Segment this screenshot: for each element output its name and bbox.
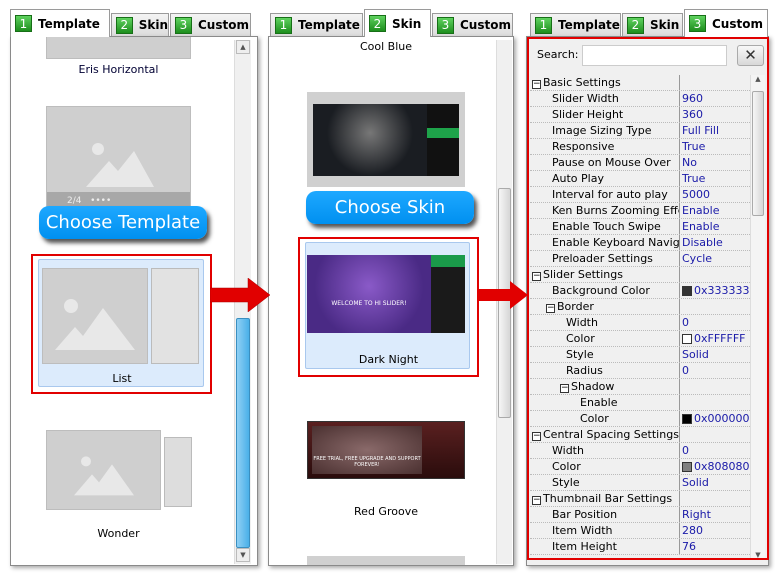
tab-custom[interactable]: 3 Custom [684, 9, 768, 37]
template-label: Wonder [97, 527, 140, 540]
tab-skin[interactable]: 2 Skin [364, 9, 431, 37]
slide-image: WELCOME TO HI SLIDER! [307, 255, 431, 333]
image-placeholder-icon [73, 456, 134, 496]
tab-template[interactable]: 1 Template [270, 13, 363, 36]
step-3-icon: 3 [175, 16, 192, 34]
scroll-up-icon[interactable]: ▲ [236, 40, 250, 54]
tab-custom[interactable]: 3 Custom [170, 13, 251, 36]
image-placeholder-icon [55, 299, 135, 350]
template-item-list[interactable]: List [38, 259, 204, 387]
skin-item-dark-night[interactable]: WELCOME TO HI SLIDER! Dark Night [305, 242, 470, 369]
tab-label: Template [38, 16, 100, 31]
tab-skin[interactable]: 2 Skin [622, 13, 683, 36]
image-placeholder-icon [85, 142, 154, 187]
step-2-icon: 2 [627, 16, 644, 34]
tab-label: Custom [460, 18, 511, 32]
skin-thumb-cool-blue[interactable] [307, 92, 465, 187]
arrow-right-icon [210, 278, 271, 312]
skin-label: Cool Blue [359, 40, 413, 53]
tab-label: Custom [198, 18, 249, 32]
tab-label: Skin [392, 16, 422, 31]
slide-image: FREE TRIAL, FREE UPGRADE AND SUPPORT FOR… [312, 426, 422, 474]
choose-skin-callout: Choose Skin [306, 191, 474, 224]
step-1-icon: 1 [15, 15, 32, 32]
tab-label: Skin [650, 18, 680, 32]
slide-image [313, 104, 427, 176]
step-2-icon: 2 [369, 15, 386, 32]
step-1-icon: 1 [275, 16, 292, 34]
tab-label: Skin [138, 18, 168, 32]
step-2-icon: 2 [116, 16, 133, 34]
template-label: List [112, 372, 132, 385]
step-1-icon: 1 [535, 16, 552, 34]
template-thumb-eris-horizontal[interactable] [46, 37, 191, 59]
tab-label: Template [298, 18, 360, 32]
slide-caption: FREE TRIAL, FREE UPGRADE AND SUPPORT FOR… [313, 456, 421, 468]
skin-thumb-next[interactable] [307, 556, 465, 565]
skin-label: Dark Night [358, 353, 419, 366]
template-thumb[interactable]: 2/4 •••• [46, 106, 191, 211]
slide-caption: WELCOME TO HI SLIDER! [331, 300, 407, 307]
choose-template-callout: Choose Template [39, 206, 207, 239]
skin-label: Red Groove [354, 505, 418, 518]
scroll-down-icon[interactable]: ▼ [236, 548, 250, 562]
wonder-thumbnails [164, 437, 192, 507]
tab-label: Template [558, 18, 620, 32]
scrollbar-thumb[interactable] [236, 318, 250, 548]
template-thumb-wonder[interactable] [46, 430, 161, 510]
tab-skin[interactable]: 2 Skin [111, 13, 169, 36]
tab-label: Custom [712, 16, 763, 31]
step-3-icon: 3 [689, 15, 706, 32]
custom-panel-highlight [527, 37, 769, 560]
thumb-list [427, 104, 459, 176]
thumb-list [431, 255, 465, 333]
tab-template[interactable]: 1 Template [10, 9, 110, 37]
tab-custom[interactable]: 3 Custom [432, 13, 513, 36]
step-3-icon: 3 [437, 16, 454, 34]
template-label: Eris Horizontal [78, 63, 159, 76]
arrow-right-icon [478, 281, 528, 309]
tab-template[interactable]: 1 Template [530, 13, 621, 36]
list-thumbnails [151, 268, 199, 364]
page-indicator: 2/4 [67, 196, 82, 206]
skin-thumb-red-groove[interactable]: FREE TRIAL, FREE UPGRADE AND SUPPORT FOR… [307, 421, 465, 479]
